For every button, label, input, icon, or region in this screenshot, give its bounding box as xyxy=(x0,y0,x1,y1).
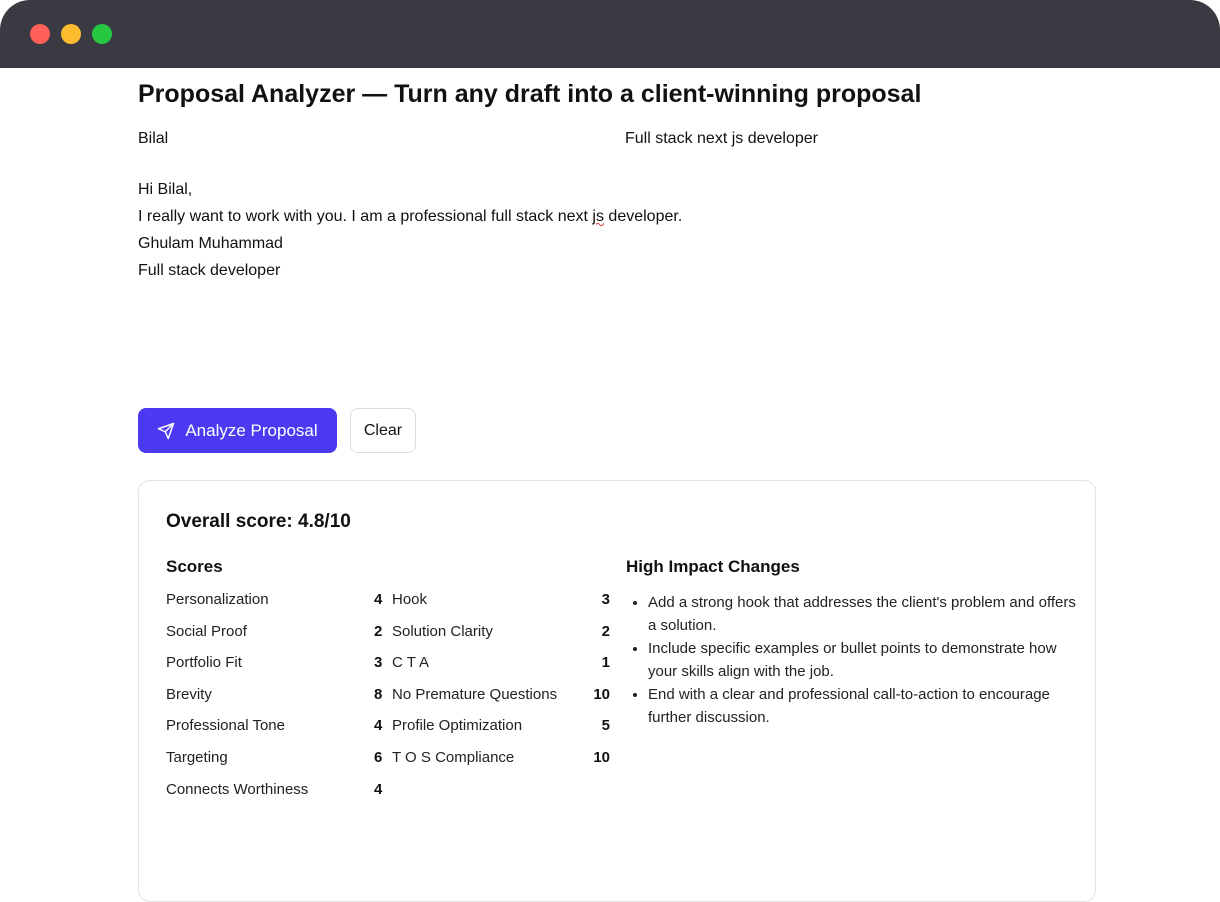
overall-score: Overall score: 4.8/10 xyxy=(166,511,351,532)
score-row: No Premature Questions 10 xyxy=(392,686,610,710)
score-value: 2 xyxy=(374,622,383,640)
score-row: Professional Tone 4 xyxy=(166,717,384,741)
score-row: Social Proof 2 xyxy=(166,623,384,647)
score-row: Portfolio Fit 3 xyxy=(166,654,384,678)
score-row: Targeting 6 xyxy=(166,749,384,773)
score-value: 2 xyxy=(601,622,610,640)
score-label: C T A xyxy=(392,654,429,672)
clear-button[interactable]: Clear xyxy=(350,408,416,453)
score-label: Hook xyxy=(392,591,428,608)
score-label: Solution Clarity xyxy=(392,622,493,640)
score-row: Solution Clarity 2 xyxy=(392,623,610,647)
score-label: T O S Compliance xyxy=(392,749,515,766)
send-icon xyxy=(158,422,175,439)
proposal-textarea[interactable]: Hi Bilal, I really want to work with you… xyxy=(138,176,1096,496)
score-label: Portfolio Fit xyxy=(166,654,242,672)
minimize-window-button[interactable] xyxy=(61,24,81,44)
analyze-button-label: Analyze Proposal xyxy=(185,420,318,440)
high-impact-changes-list: Add a strong hook that addresses the cli… xyxy=(626,591,1088,729)
score-value: 4 xyxy=(374,591,383,608)
score-label: Social Proof xyxy=(166,622,247,640)
close-window-button[interactable] xyxy=(30,24,50,44)
score-row: Hook 3 xyxy=(392,591,610,615)
page-title: Proposal Analyzer — Turn any draft into … xyxy=(138,80,922,108)
score-row: Connects Worthiness 4 xyxy=(166,781,384,805)
score-label: Profile Optimization xyxy=(392,717,523,735)
score-row: T O S Compliance 10 xyxy=(392,749,610,773)
spellcheck-word: js xyxy=(592,208,604,225)
score-row: Profile Optimization 5 xyxy=(392,717,610,741)
analyze-proposal-button[interactable]: Analyze Proposal xyxy=(138,408,337,453)
score-label: No Premature Questions xyxy=(392,685,558,703)
score-value: 4 xyxy=(374,780,383,798)
client-name-field[interactable] xyxy=(138,130,598,148)
proposal-line: Hi Bilal, xyxy=(138,181,193,198)
score-value: 6 xyxy=(374,749,383,766)
maximize-window-button[interactable] xyxy=(92,24,112,44)
window-titlebar xyxy=(0,0,1220,68)
list-item: Add a strong hook that addresses the cli… xyxy=(648,591,1088,637)
score-value: 4 xyxy=(374,717,383,735)
proposal-line: Full stack developer xyxy=(138,262,281,279)
job-title-field[interactable] xyxy=(625,130,1095,148)
score-value: 3 xyxy=(374,654,383,672)
score-row: Brevity 8 xyxy=(166,686,384,710)
score-label: Connects Worthiness xyxy=(166,780,309,798)
proposal-line: I really want to work with you. I am a p… xyxy=(138,208,683,225)
score-label: Professional Tone xyxy=(166,717,285,735)
score-row: Personalization 4 xyxy=(166,591,384,615)
proposal-line: Ghulam Muhammad xyxy=(138,235,283,252)
score-value: 8 xyxy=(374,685,383,703)
score-value: 1 xyxy=(601,654,610,672)
scores-heading: Scores xyxy=(166,557,223,576)
score-value: 3 xyxy=(601,591,610,608)
results-card: Overall score: 4.8/10 Scores High Impact… xyxy=(138,480,1096,902)
score-value: 10 xyxy=(593,749,610,766)
score-value: 5 xyxy=(601,717,610,735)
score-row: C T A 1 xyxy=(392,654,610,678)
high-impact-changes-heading: High Impact Changes xyxy=(626,557,800,576)
score-value: 10 xyxy=(593,685,610,703)
score-label: Personalization xyxy=(166,591,269,608)
score-label: Brevity xyxy=(166,685,212,703)
score-label: Targeting xyxy=(166,749,228,766)
list-item: Include specific examples or bullet poin… xyxy=(648,637,1088,683)
list-item: End with a clear and professional call-t… xyxy=(648,683,1088,729)
